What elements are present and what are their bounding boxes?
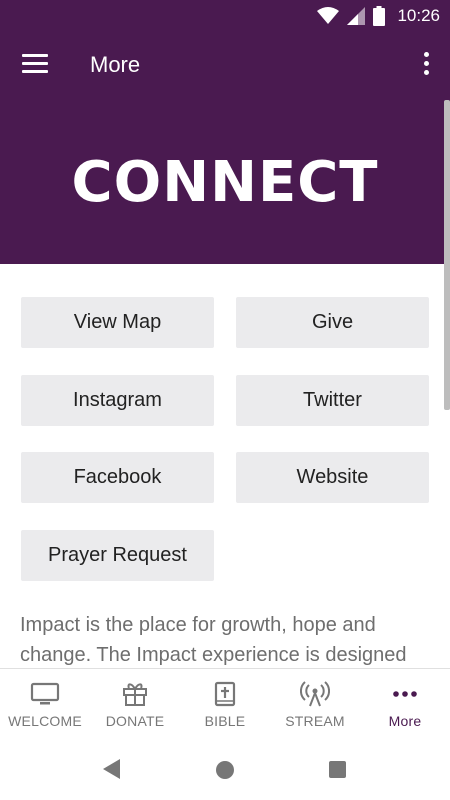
connect-banner: CONNECT: [0, 100, 450, 264]
gift-icon: [121, 681, 149, 707]
cell-signal-icon: [347, 7, 366, 25]
nav-label-stream: STREAM: [285, 713, 345, 729]
website-button[interactable]: Website: [236, 452, 429, 503]
home-icon[interactable]: [216, 761, 234, 779]
nav-item-stream[interactable]: STREAM: [270, 669, 360, 741]
system-navigation-bar: [0, 740, 450, 800]
nav-item-bible[interactable]: BIBLE: [180, 669, 270, 741]
description-text: Impact is the place for growth, hope and…: [20, 614, 407, 666]
overflow-menu-icon[interactable]: [422, 52, 430, 80]
nav-label-donate: DONATE: [105, 713, 165, 729]
status-icons: 10:26: [317, 6, 440, 26]
prayer-request-button[interactable]: Prayer Request: [21, 530, 214, 581]
bible-icon: [213, 681, 237, 707]
instagram-button[interactable]: Instagram: [21, 375, 214, 426]
nav-label-more: More: [388, 713, 422, 729]
twitter-button[interactable]: Twitter: [236, 375, 429, 426]
broadcast-icon: [300, 681, 330, 707]
view-map-button[interactable]: View Map: [21, 297, 214, 348]
nav-item-welcome[interactable]: WELCOME: [0, 669, 90, 741]
nav-item-donate[interactable]: DONATE: [90, 669, 180, 741]
banner-title: CONNECT: [71, 149, 379, 215]
more-dots-icon: [391, 681, 419, 707]
recent-apps-icon[interactable]: [329, 761, 346, 778]
app-bar-title: More: [90, 52, 141, 77]
nav-label-bible: BIBLE: [204, 713, 246, 729]
bottom-navigation: WELCOME DONATE BIBLE STREAM More: [0, 668, 450, 741]
give-button[interactable]: Give: [236, 297, 429, 348]
tv-icon: [30, 681, 60, 707]
nav-item-more[interactable]: More: [360, 669, 450, 741]
hamburger-menu-icon[interactable]: [22, 54, 48, 76]
scrollbar[interactable]: [444, 100, 450, 410]
app-bar: More: [0, 32, 450, 100]
status-time: 10:26: [397, 6, 440, 25]
facebook-button[interactable]: Facebook: [21, 452, 214, 503]
status-bar: 10:26: [0, 0, 450, 32]
back-icon[interactable]: [103, 759, 120, 779]
nav-label-welcome: WELCOME: [8, 713, 82, 729]
battery-icon: [373, 6, 386, 26]
wifi-icon: [317, 7, 340, 24]
